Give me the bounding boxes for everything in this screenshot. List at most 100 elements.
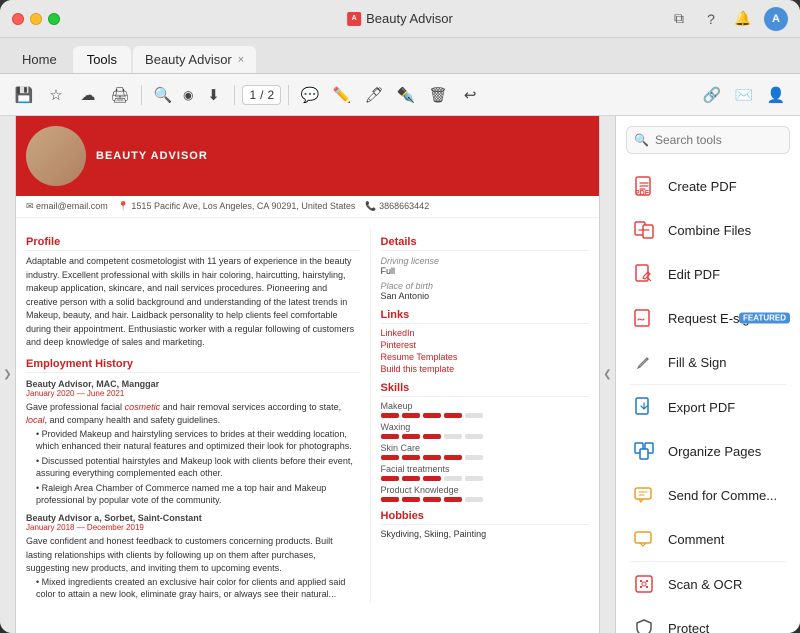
minimize-button[interactable]	[30, 13, 42, 25]
tab-bar: Home Tools Beauty Advisor ×	[0, 38, 800, 74]
tool-send-comment[interactable]: Send for Comme...	[616, 473, 800, 517]
tool-request-esignature[interactable]: Request E-signat... FEATURED	[616, 296, 800, 340]
user-avatar[interactable]: A	[764, 7, 788, 31]
tab-tools[interactable]: Tools	[73, 46, 131, 73]
profile-heading: Profile	[26, 236, 360, 251]
contact-bar: ✉ email@email.com 📍 1515 Pacific Ave, Lo…	[16, 196, 599, 218]
skill-2-name: Waxing	[381, 422, 589, 432]
doc-tab-label: Beauty Advisor	[145, 52, 232, 67]
doc-tab-close[interactable]: ×	[238, 54, 244, 66]
contact-address: 📍 1515 Pacific Ave, Los Angeles, CA 9029…	[118, 201, 356, 212]
link-build-template[interactable]: Build this template	[381, 364, 589, 374]
comment-icon	[630, 525, 658, 553]
resume-avatar	[26, 126, 86, 186]
skill-2-bar	[381, 434, 589, 439]
help-button[interactable]: ?	[700, 8, 722, 30]
main-area: ❯ BEAUTY ADVISOR ✉ email@email.com 📍 151…	[0, 116, 800, 633]
tool-create-pdf[interactable]: PDF Create PDF	[616, 164, 800, 208]
delete-button[interactable]: 🗑	[424, 81, 452, 109]
email-button[interactable]: ✉️	[730, 81, 758, 109]
tool-edit-pdf[interactable]: Edit PDF	[616, 252, 800, 296]
screen-share-button[interactable]: ⧉	[668, 8, 690, 30]
details-heading: Details	[381, 236, 589, 251]
hobbies-value: Skydiving, Skiing, Painting	[381, 529, 589, 539]
tool-organize-pages[interactable]: Organize Pages	[616, 429, 800, 473]
pdf-view[interactable]: BEAUTY ADVISOR ✉ email@email.com 📍 1515 …	[16, 116, 599, 633]
zoom-label: ◉	[181, 81, 195, 109]
profile-text: Adaptable and competent cosmetologist wi…	[26, 255, 360, 350]
skill-dot	[444, 413, 462, 418]
hobbies-heading: Hobbies	[381, 510, 589, 525]
skill-dot	[402, 413, 420, 418]
tool-export-pdf[interactable]: Export PDF	[616, 385, 800, 429]
skill-dot	[423, 455, 441, 460]
left-panel-toggle[interactable]: ❯	[0, 116, 16, 633]
tool-protect[interactable]: Protect	[616, 606, 800, 633]
job-1-title: Beauty Advisor, MAC, Manggar	[26, 379, 360, 389]
traffic-lights	[12, 13, 60, 25]
highlight-button[interactable]: ✏️	[328, 81, 356, 109]
maximize-button[interactable]	[48, 13, 60, 25]
resume-left-col: Profile Adaptable and competent cosmetol…	[26, 228, 360, 603]
page-navigation: 1 / 2	[242, 85, 281, 105]
bookmark-button[interactable]: ☆	[42, 81, 70, 109]
link-resume-templates[interactable]: Resume Templates	[381, 352, 589, 362]
notifications-button[interactable]: 🔔	[732, 8, 754, 30]
skill-dot	[465, 413, 483, 418]
account-button[interactable]: 👤	[762, 81, 790, 109]
skill-dot	[402, 434, 420, 439]
skill-dot	[444, 497, 462, 502]
skill-3-bar	[381, 455, 589, 460]
right-panel-toggle[interactable]: ❮	[599, 116, 615, 633]
window-title: A Beauty Advisor	[347, 11, 453, 26]
skill-4-bar	[381, 476, 589, 481]
redact-button[interactable]: ✒️	[392, 81, 420, 109]
tab-document[interactable]: Beauty Advisor ×	[133, 46, 256, 73]
tool-fill-sign[interactable]: Fill & Sign	[616, 340, 800, 384]
close-button[interactable]	[12, 13, 24, 25]
skill-3-name: Skin Care	[381, 443, 589, 453]
resume-header: BEAUTY ADVISOR	[16, 116, 599, 196]
tab-home[interactable]: Home	[8, 46, 71, 73]
employment-heading: Employment History	[26, 358, 360, 373]
tool-combine-files[interactable]: Combine Files	[616, 208, 800, 252]
skill-dot	[423, 497, 441, 502]
search-icon: 🔍	[634, 133, 649, 147]
link-button[interactable]: 🔗	[698, 81, 726, 109]
download-button[interactable]: ⬇	[199, 81, 227, 109]
search-box: 🔍	[626, 126, 790, 154]
birth-value: San Antonio	[381, 291, 589, 301]
driving-label: Driving license	[381, 256, 589, 266]
link-linkedin[interactable]: LinkedIn	[381, 328, 589, 338]
print-button[interactable]: 🖨	[106, 81, 134, 109]
upload-button[interactable]: ☁	[74, 81, 102, 109]
comment-button[interactable]: 💬	[296, 81, 324, 109]
comment-label: Comment	[668, 532, 724, 547]
birth-label: Place of birth	[381, 281, 589, 291]
page-total: 2	[268, 88, 275, 102]
skills-heading: Skills	[381, 382, 589, 397]
tools-panel: 🔍 PDF Create PDF Combine Files	[615, 116, 800, 633]
esignature-icon	[630, 304, 658, 332]
search-tools-input[interactable]	[626, 126, 790, 154]
undo-button[interactable]: ↩	[456, 81, 484, 109]
scan-ocr-label: Scan & OCR	[668, 577, 742, 592]
skill-dot	[381, 413, 399, 418]
skill-dot	[444, 434, 462, 439]
skill-dot	[423, 434, 441, 439]
tool-scan-ocr[interactable]: Scan & OCR	[616, 562, 800, 606]
zoom-out-button[interactable]: 🔍	[149, 81, 177, 109]
skill-dot	[423, 476, 441, 481]
combine-files-icon	[630, 216, 658, 244]
skill-dot	[465, 497, 483, 502]
draw-button[interactable]: 🖊	[360, 81, 388, 109]
tools-list: PDF Create PDF Combine Files Edit	[616, 164, 800, 633]
send-comment-label: Send for Comme...	[668, 488, 777, 503]
svg-text:PDF: PDF	[635, 190, 650, 197]
scan-ocr-icon	[630, 570, 658, 598]
skill-5-bar	[381, 497, 589, 502]
tool-comment[interactable]: Comment	[616, 517, 800, 561]
link-pinterest[interactable]: Pinterest	[381, 340, 589, 350]
save-button[interactable]: 💾	[10, 81, 38, 109]
pdf-icon: A	[347, 12, 361, 26]
